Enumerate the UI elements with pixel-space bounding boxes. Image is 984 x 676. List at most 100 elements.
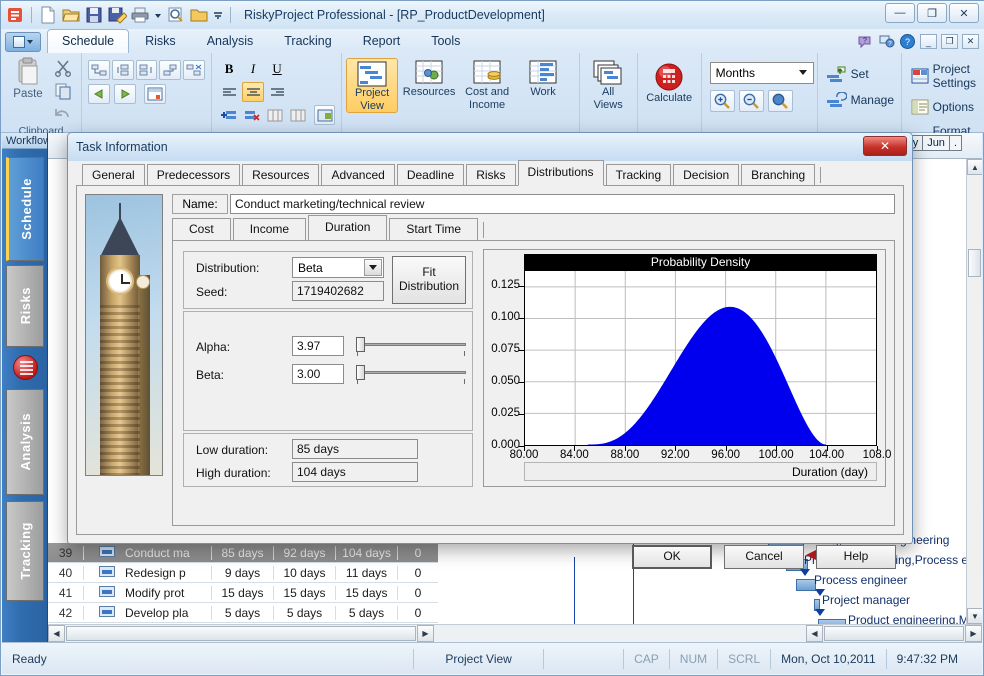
tab-tools[interactable]: Tools <box>416 29 475 53</box>
sidebar-item-schedule[interactable]: Schedule <box>6 157 44 261</box>
unlink-icon[interactable] <box>183 60 206 80</box>
tab-resources[interactable]: Resources <box>242 164 320 186</box>
tab-tracking[interactable]: Tracking <box>605 164 672 186</box>
save-as-icon[interactable] <box>107 5 128 25</box>
outdent-icon[interactable] <box>88 84 111 104</box>
seed-input[interactable] <box>292 281 384 301</box>
task-notes-icon[interactable] <box>314 105 336 125</box>
link-ss-icon[interactable] <box>111 60 134 80</box>
maximize-button[interactable]: ❐ <box>917 3 947 23</box>
help-button[interactable]: Help <box>816 545 896 569</box>
ribbon-minimize-button[interactable]: _ <box>920 34 937 49</box>
sub-tab-start-time[interactable]: Start Time <box>389 218 479 240</box>
ok-button[interactable]: OK <box>632 545 712 569</box>
tab-advanced[interactable]: Advanced <box>321 164 395 186</box>
tab-branching[interactable]: Branching <box>741 164 816 186</box>
sub-tab-income[interactable]: Income <box>232 218 307 240</box>
print-dropdown-icon[interactable] <box>153 5 163 25</box>
align-right-icon[interactable] <box>266 82 288 102</box>
sub-tab-duration[interactable]: Duration <box>308 215 388 240</box>
zoom-entire-project-icon[interactable] <box>767 90 793 112</box>
scroll-up-button[interactable]: ▲ <box>967 159 982 175</box>
sidebar-item-risks[interactable]: Risks <box>6 265 44 347</box>
scroll-thumb[interactable] <box>968 249 981 277</box>
help-icon[interactable]: ? <box>899 33 916 50</box>
folder-icon[interactable] <box>189 5 209 25</box>
cost-income-button[interactable]: Cost and Income <box>460 58 514 111</box>
task-name-input[interactable] <box>230 194 895 214</box>
fit-distribution-button[interactable]: Fit Distribution <box>392 256 466 304</box>
low-duration-input[interactable] <box>292 439 418 459</box>
delete-column-icon[interactable] <box>287 105 308 125</box>
beta-slider[interactable] <box>352 364 470 384</box>
resources-button[interactable]: Resources <box>401 58 457 99</box>
set-baseline-button[interactable]: Set <box>824 64 895 84</box>
gantt-scroll-right-button[interactable]: ▶ <box>965 625 982 642</box>
table-scroll-thumb[interactable] <box>66 626 416 641</box>
table-row[interactable]: 39 Conduct ma 85 days 92 days 104 days 0 <box>48 543 438 563</box>
tab-deadline[interactable]: Deadline <box>396 164 465 186</box>
new-icon[interactable] <box>38 5 58 25</box>
ribbon-close-button[interactable]: ✕ <box>962 34 979 49</box>
underline-icon[interactable]: U <box>266 59 288 79</box>
comment-help-icon[interactable]: ? <box>878 33 895 50</box>
delete-task-icon[interactable] <box>241 105 262 125</box>
copy-icon[interactable] <box>54 82 74 102</box>
vertical-scrollbar[interactable]: ▲ ▼ <box>966 159 982 624</box>
sub-tab-cost[interactable]: Cost <box>172 218 231 240</box>
insert-column-icon[interactable] <box>264 105 285 125</box>
sidebar-item-analysis[interactable]: Analysis <box>6 389 44 495</box>
insert-task-icon[interactable] <box>218 105 239 125</box>
bold-icon[interactable]: B <box>218 59 240 79</box>
minimize-button[interactable]: — <box>885 3 915 23</box>
application-menu-button[interactable] <box>5 32 41 52</box>
indent-icon[interactable] <box>114 84 137 104</box>
task-information-icon[interactable] <box>144 84 167 104</box>
scroll-left-button[interactable]: ◀ <box>48 625 65 642</box>
gantt-scroll-left-button[interactable]: ◀ <box>806 625 823 642</box>
print-preview-icon[interactable] <box>166 5 186 25</box>
tab-risks[interactable]: Risks <box>466 164 516 186</box>
tab-tracking[interactable]: Tracking <box>269 29 346 53</box>
table-row[interactable]: 40 Redesign p 9 days 10 days 11 days 0 <box>48 563 438 583</box>
link-ff-icon[interactable] <box>135 60 158 80</box>
tab-distributions[interactable]: Distributions <box>517 160 604 186</box>
gantt-scroll-thumb[interactable] <box>824 626 964 641</box>
distribution-select[interactable]: Beta <box>292 257 384 278</box>
align-left-icon[interactable] <box>218 82 240 102</box>
dialog-close-button[interactable]: ✕ <box>863 136 907 156</box>
all-views-button[interactable]: All Views <box>584 58 633 111</box>
tab-risks[interactable]: Risks <box>130 29 191 53</box>
table-row[interactable]: 41 Modify prot 15 days 15 days 15 days 0 <box>48 583 438 603</box>
undo-icon[interactable] <box>54 105 74 125</box>
link-fs-icon[interactable] <box>88 60 110 80</box>
help-balloon-icon[interactable]: ? <box>857 33 874 50</box>
zoom-out-icon[interactable] <box>738 90 764 112</box>
scroll-right-button[interactable]: ▶ <box>417 625 434 642</box>
link-sf-icon[interactable] <box>159 60 182 80</box>
save-icon[interactable] <box>84 5 104 25</box>
work-button[interactable]: Work <box>517 58 569 99</box>
tab-general[interactable]: General <box>82 164 145 186</box>
alpha-slider[interactable] <box>352 336 470 356</box>
chevron-down-icon[interactable] <box>364 259 382 276</box>
manage-baseline-button[interactable]: Manage <box>824 90 895 110</box>
sidebar-item-tracking[interactable]: Tracking <box>6 501 44 601</box>
align-center-icon[interactable] <box>242 82 265 102</box>
tab-report[interactable]: Report <box>348 29 416 53</box>
table-row[interactable]: 42 Develop pla 5 days 5 days 5 days 0 <box>48 603 438 623</box>
timescale-select[interactable]: Months <box>709 62 814 84</box>
app-menu-icon[interactable] <box>5 5 25 25</box>
zoom-in-icon[interactable] <box>709 90 735 112</box>
high-duration-input[interactable] <box>292 462 418 482</box>
calculate-button[interactable]: Calculate <box>642 60 697 105</box>
beta-input[interactable] <box>292 364 344 384</box>
gantt-bar[interactable] <box>796 579 816 591</box>
print-icon[interactable] <box>130 5 150 25</box>
alpha-input[interactable] <box>292 336 344 356</box>
tab-decision[interactable]: Decision <box>673 164 740 186</box>
scroll-down-button[interactable]: ▼ <box>967 608 982 624</box>
project-view-button[interactable]: Project View <box>346 58 399 114</box>
qat-dropdown-icon[interactable] <box>212 5 224 25</box>
close-button[interactable]: ✕ <box>949 3 979 23</box>
